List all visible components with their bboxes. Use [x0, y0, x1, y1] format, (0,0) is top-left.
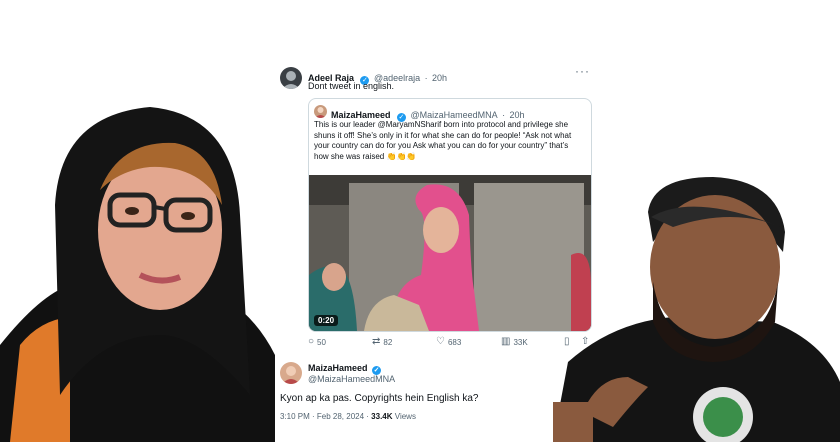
- right-person-photo: [553, 172, 840, 442]
- video-thumbnail: [309, 175, 591, 331]
- tweet-text: This is our leader @MaryamNSharif born i…: [314, 120, 584, 162]
- tweet-time[interactable]: 20h: [510, 110, 525, 120]
- author-handle[interactable]: @MaizaHameedMNA: [308, 374, 395, 384]
- tweet-timestamp[interactable]: 3:10 PM · Feb 28, 2024 ·: [280, 412, 369, 421]
- reply-tweet[interactable]: MaizaHameed ✓ @MaizaHameedMNA Kyon ap ka…: [280, 360, 594, 442]
- reply-icon: ○: [308, 336, 315, 347]
- more-options-icon[interactable]: ···: [575, 64, 590, 78]
- views-label: Views: [394, 412, 416, 421]
- author-handle[interactable]: @MaizaHameedMNA: [410, 110, 497, 120]
- tweet-actions: ○ 50 ⇄ 82 ♡ 683 ▥ 33K ▯ ⇧: [308, 337, 594, 351]
- video-player[interactable]: 0:20: [309, 175, 591, 331]
- bar-chart-icon: ▥: [501, 336, 511, 347]
- video-duration: 0:20: [314, 315, 339, 326]
- quoted-tweet-card[interactable]: MaizaHameed ✓ @MaizaHameedMNA · 20h This…: [308, 98, 592, 332]
- like-count: 683: [447, 337, 462, 347]
- left-person-photo: [0, 95, 275, 442]
- view-count: 33K: [513, 337, 528, 347]
- avatar[interactable]: [280, 362, 302, 384]
- bookmark-icon: ▯: [564, 336, 570, 347]
- views-count: 33.4K: [371, 412, 393, 421]
- share-icon: ⇧: [581, 336, 590, 347]
- author-name[interactable]: MaizaHameed: [331, 110, 391, 120]
- like-button[interactable]: ♡ 683: [436, 337, 461, 347]
- tweet-text: Dont tweet in english.: [308, 81, 395, 91]
- bookmark-button[interactable]: ▯: [564, 337, 570, 347]
- reply-button[interactable]: ○ 50: [308, 337, 326, 347]
- retweet-count: 82: [383, 337, 393, 347]
- avatar[interactable]: [314, 105, 327, 118]
- views-button[interactable]: ▥ 33K: [501, 337, 528, 347]
- tweet-time[interactable]: 20h: [432, 73, 447, 83]
- reply-count: 50: [317, 337, 326, 347]
- avatar[interactable]: [280, 67, 302, 89]
- clapping-emoji: 👏👏👏: [386, 151, 417, 161]
- heart-icon: ♡: [436, 336, 445, 347]
- tweet-meta: 3:10 PM · Feb 28, 2024 · 33.4K Views: [280, 412, 416, 421]
- retweet-button[interactable]: ⇄ 82: [372, 337, 392, 347]
- tweet-body: This is our leader @MaryamNSharif born i…: [314, 120, 572, 161]
- tweet-text: Kyon ap ka pas. Copyrights hein English …: [280, 393, 479, 404]
- share-button[interactable]: ⇧: [581, 337, 589, 347]
- retweet-icon: ⇄: [372, 336, 381, 347]
